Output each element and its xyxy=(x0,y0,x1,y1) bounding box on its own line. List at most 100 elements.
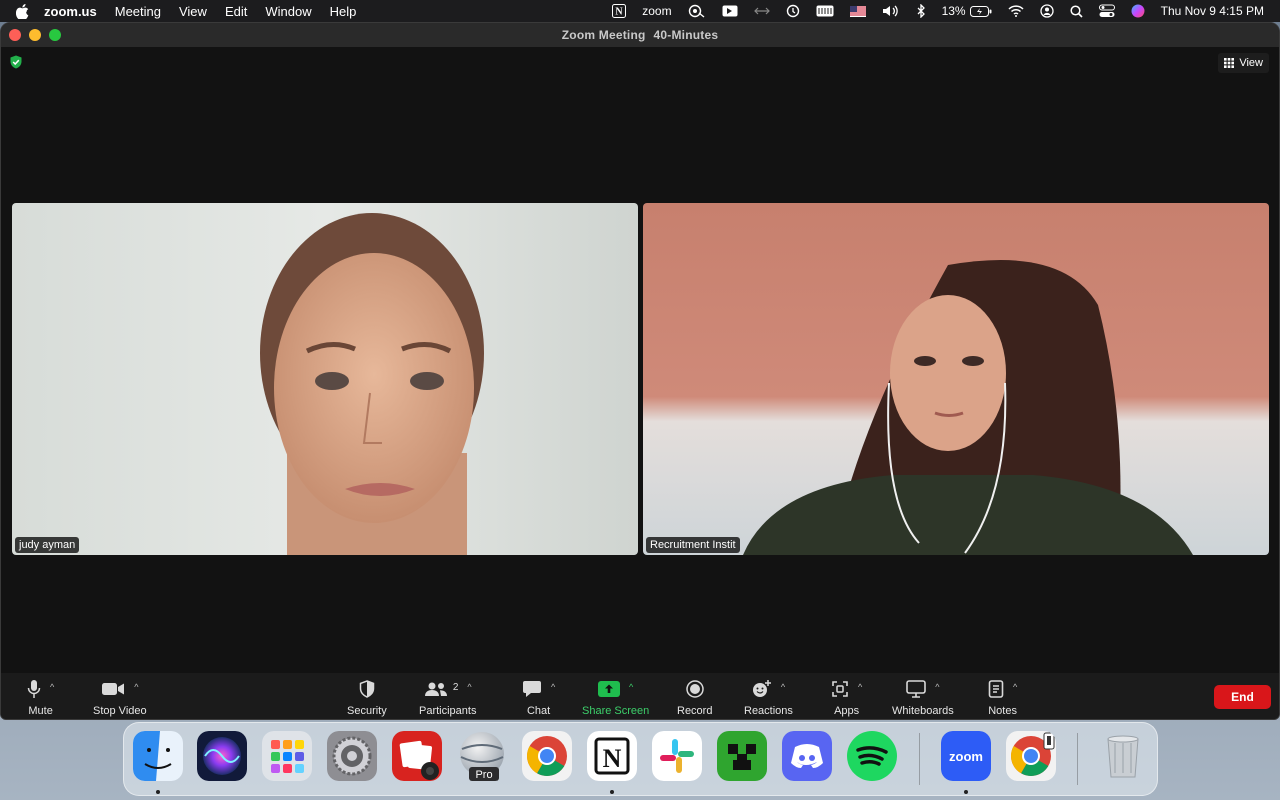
security-button[interactable]: Security xyxy=(347,677,387,717)
us-flag-icon[interactable] xyxy=(849,0,866,22)
microphone-icon xyxy=(27,680,41,698)
dock-separator xyxy=(1077,733,1078,785)
system-settings-icon[interactable] xyxy=(327,731,377,781)
discord-icon[interactable] xyxy=(782,731,832,781)
menu-view[interactable]: View xyxy=(179,4,207,19)
chat-button[interactable]: ^ Chat xyxy=(522,677,555,717)
zoom-icon[interactable]: zoom xyxy=(941,731,991,781)
participant-2-video xyxy=(643,203,1269,555)
running-indicator xyxy=(964,790,968,794)
stop-video-button[interactable]: ^ Stop Video xyxy=(93,677,147,717)
trash-icon[interactable] xyxy=(1098,731,1148,781)
chevron-up-icon[interactable]: ^ xyxy=(935,682,939,692)
view-label: View xyxy=(1239,57,1263,69)
shield-icon xyxy=(359,680,375,698)
share-screen-icon xyxy=(598,681,621,697)
chevron-up-icon[interactable]: ^ xyxy=(50,682,54,692)
clock-datetime[interactable]: Thu Nov 9 4:15 PM xyxy=(1161,0,1264,22)
chevron-up-icon[interactable]: ^ xyxy=(858,682,862,692)
encryption-shield-icon[interactable] xyxy=(9,55,23,69)
view-layout-button[interactable]: View xyxy=(1218,53,1269,73)
apps-label: Apps xyxy=(834,705,860,717)
time-machine-icon[interactable] xyxy=(786,0,800,22)
volume-icon[interactable] xyxy=(882,0,900,22)
svg-text:N: N xyxy=(616,7,624,18)
siri-icon[interactable] xyxy=(1131,0,1145,22)
slack-icon[interactable] xyxy=(652,731,702,781)
chrome-app-icon[interactable] xyxy=(1006,731,1056,781)
macos-dock: Pro N zoom xyxy=(123,722,1158,796)
participants-label: Participants xyxy=(419,705,477,717)
reactions-button[interactable]: ^ Reactions xyxy=(744,677,793,717)
screen-share-icon[interactable] xyxy=(688,0,706,22)
finder-icon[interactable] xyxy=(133,731,183,781)
keyboard-icon[interactable] xyxy=(816,0,834,22)
media-icon[interactable] xyxy=(722,0,738,22)
participants-count: 2 xyxy=(452,681,459,693)
mute-label: Mute xyxy=(28,705,53,717)
participant-1-video xyxy=(12,203,638,555)
participant-name-tag: judy ayman xyxy=(15,537,80,553)
bluetooth-icon[interactable] xyxy=(916,0,926,22)
spotify-icon[interactable] xyxy=(847,731,897,781)
chevron-up-icon[interactable]: ^ xyxy=(781,682,785,692)
battery-icon[interactable] xyxy=(969,0,992,22)
chevron-up-icon[interactable]: ^ xyxy=(467,682,471,692)
video-tile-participant-1[interactable]: judy ayman xyxy=(12,203,638,555)
spotlight-search-icon[interactable] xyxy=(1070,0,1083,22)
zoom-meeting-window: Zoom Meeting 40-Minutes View judy ayman … xyxy=(0,22,1280,720)
notes-icon xyxy=(988,680,1004,698)
siri-icon[interactable] xyxy=(197,731,247,781)
menu-meeting[interactable]: Meeting xyxy=(115,4,161,19)
notion-menu-icon[interactable]: N xyxy=(612,0,627,22)
whiteboards-label: Whiteboards xyxy=(892,705,954,717)
share-screen-button[interactable]: ^ Share Screen xyxy=(582,677,649,717)
mute-button[interactable]: ^ Mute xyxy=(27,677,54,717)
apple-icon[interactable] xyxy=(16,3,30,19)
chevron-up-icon[interactable]: ^ xyxy=(134,682,138,692)
launchpad-icon[interactable] xyxy=(262,731,312,781)
notion-icon[interactable]: N xyxy=(587,731,637,781)
chrome-icon[interactable] xyxy=(522,731,572,781)
svg-text:N: N xyxy=(603,744,622,773)
google-earth-pro-icon[interactable]: Pro xyxy=(457,731,507,781)
menu-help[interactable]: Help xyxy=(330,4,357,19)
smiley-plus-icon xyxy=(752,680,771,697)
chevron-up-icon[interactable]: ^ xyxy=(629,682,633,692)
apps-icon xyxy=(832,681,848,697)
menu-edit[interactable]: Edit xyxy=(225,4,247,19)
maximize-window-button[interactable] xyxy=(49,29,61,41)
menu-window[interactable]: Window xyxy=(265,4,311,19)
photo-booth-icon[interactable] xyxy=(392,731,442,781)
wifi-icon[interactable] xyxy=(1008,0,1024,22)
chat-bubble-icon xyxy=(523,681,541,697)
record-button[interactable]: Record xyxy=(677,677,712,717)
video-tile-participant-2[interactable]: Recruitment Instit xyxy=(643,203,1269,555)
zoom-icon-label: zoom xyxy=(949,749,983,764)
video-camera-icon xyxy=(102,683,125,695)
chevron-up-icon[interactable]: ^ xyxy=(551,682,555,692)
extras-icon[interactable] xyxy=(753,0,770,22)
grid-icon xyxy=(1224,58,1235,68)
battery-percent: 13% xyxy=(941,4,966,18)
menu-app-name[interactable]: zoom.us xyxy=(44,4,97,19)
minimize-window-button[interactable] xyxy=(29,29,41,41)
close-window-button[interactable] xyxy=(9,29,21,41)
participant-name-tag: Recruitment Instit xyxy=(646,537,740,553)
apps-button[interactable]: ^ Apps xyxy=(831,677,862,717)
zoom-status-item[interactable]: zoom xyxy=(642,0,671,22)
end-meeting-button[interactable]: End xyxy=(1214,685,1271,709)
control-center-icon[interactable] xyxy=(1098,0,1115,22)
whiteboards-button[interactable]: ^ Whiteboards xyxy=(892,677,954,717)
meeting-duration: 40-Minutes xyxy=(653,28,719,42)
user-account-icon[interactable] xyxy=(1039,0,1054,22)
chevron-up-icon[interactable]: ^ xyxy=(1013,682,1017,692)
running-indicator xyxy=(610,790,614,794)
running-indicator xyxy=(156,790,160,794)
participants-button[interactable]: 2 ^ Participants xyxy=(419,677,477,718)
participants-icon xyxy=(424,682,447,696)
notes-button[interactable]: ^ Notes xyxy=(988,677,1017,717)
title-bar: Zoom Meeting 40-Minutes xyxy=(1,23,1279,47)
minecraft-icon[interactable] xyxy=(717,731,767,781)
whiteboard-icon xyxy=(906,680,927,698)
